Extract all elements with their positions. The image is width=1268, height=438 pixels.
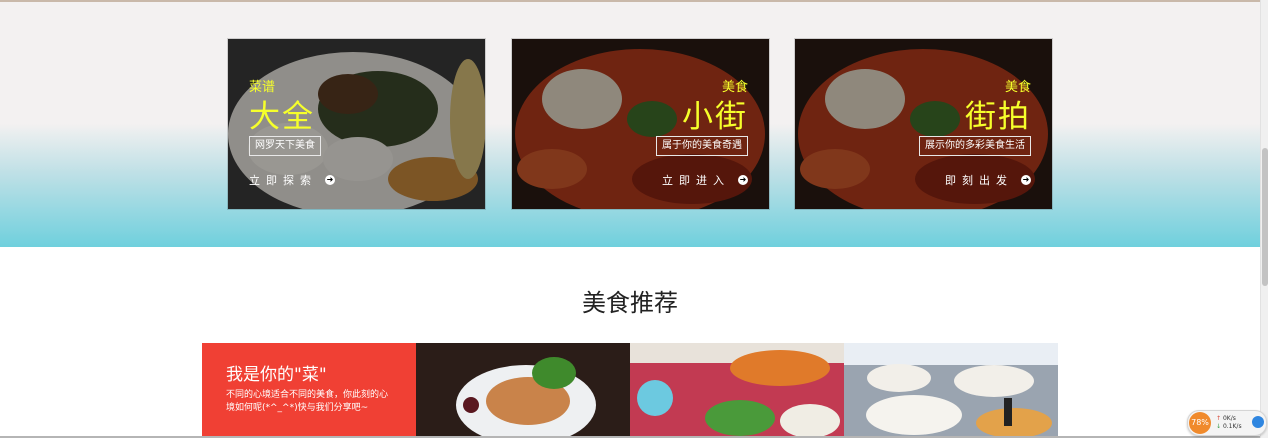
network-speed-widget[interactable]: 78% ↑ 0K/s ↓ 0.1K/s — [1187, 410, 1267, 436]
card-recipe-collection[interactable]: 菜谱 大全 网罗天下美食 立即探索 ➜ — [228, 39, 485, 209]
card-tagline: 网罗天下美食 — [249, 136, 321, 156]
arrow-right-icon: ➜ — [325, 175, 335, 185]
hero-top-divider — [0, 0, 1260, 2]
upload-arrow-icon: ↑ — [1216, 415, 1222, 422]
card-title: 大全 — [249, 99, 315, 135]
recommend-image-breakfast[interactable] — [844, 343, 1058, 438]
scrollbar-thumb[interactable] — [1262, 148, 1268, 286]
card-action-label: 即刻出发 — [945, 174, 1013, 187]
arrow-right-icon: ➜ — [738, 175, 748, 185]
card-tagline: 展示你的多彩美食生活 — [919, 136, 1031, 156]
go-link[interactable]: 即刻出发 ➜ — [945, 172, 1031, 188]
food-photo — [630, 343, 844, 438]
recommend-title: 我是你的"菜" — [226, 365, 327, 385]
download-speed-value: 0.1K/s — [1222, 423, 1242, 430]
recommend-intro-panel: 我是你的"菜" 不同的心境适合不同的美食，你此刻的心境如何呢(*^_^*)快与我… — [202, 343, 416, 438]
enter-link[interactable]: 立即进入 ➜ — [662, 172, 748, 188]
explore-link[interactable]: 立即探索 ➜ — [249, 172, 335, 188]
arrow-right-icon: ➜ — [1021, 175, 1031, 185]
recommend-description: 不同的心境适合不同的美食，你此刻的心境如何呢(*^_^*)快与我们分享吧~ — [226, 390, 389, 413]
vertical-scrollbar[interactable] — [1260, 0, 1268, 438]
card-action-label: 立即探索 — [249, 174, 317, 187]
upload-speed: ↑ 0K/s — [1216, 415, 1236, 422]
card-tagline: 属于你的美食奇遇 — [656, 136, 748, 156]
card-action-label: 立即进入 — [662, 174, 730, 187]
card-title: 街拍 — [965, 99, 1031, 135]
card-food-snapshot[interactable]: 美食 街拍 展示你的多彩美食生活 即刻出发 ➜ — [795, 39, 1052, 209]
card-title: 小街 — [682, 99, 748, 135]
recommend-image-salad[interactable] — [416, 343, 630, 438]
section-title: 美食推荐 — [582, 289, 678, 317]
usage-percent-badge: 78% — [1189, 412, 1211, 434]
hero-banner: 菜谱 大全 网罗天下美食 立即探索 ➜ 美食 小街 属于你的美食奇遇 立即进入 … — [0, 0, 1260, 247]
food-photo — [844, 343, 1058, 438]
download-speed: ↓ 0.1K/s — [1216, 423, 1242, 430]
card-food-street[interactable]: 美食 小街 属于你的美食奇遇 立即进入 ➜ — [512, 39, 769, 209]
food-photo — [416, 343, 630, 438]
recommend-image-party[interactable] — [630, 343, 844, 438]
download-arrow-icon: ↓ — [1216, 423, 1222, 430]
accelerator-ball-icon — [1252, 416, 1264, 428]
upload-speed-value: 0K/s — [1222, 415, 1236, 422]
